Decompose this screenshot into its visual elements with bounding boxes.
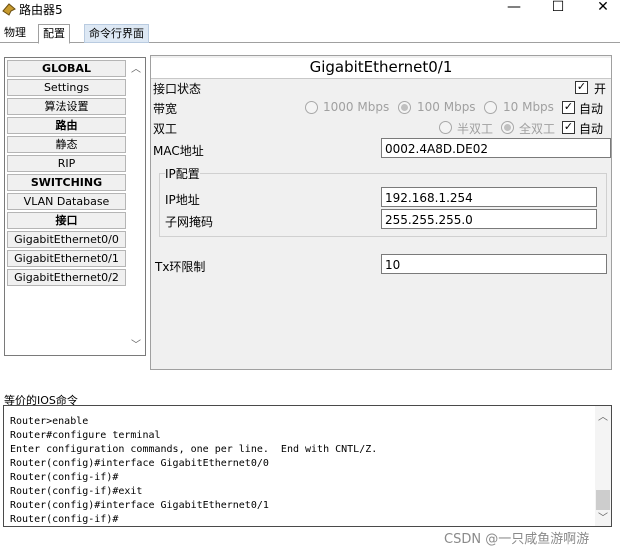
ip-address-field[interactable]: 192.168.1.254 <box>381 187 597 207</box>
scroll-up-arrow-icon[interactable]: ︿ <box>131 60 141 75</box>
bandwidth-auto-checkbox[interactable]: ✓ <box>562 101 575 114</box>
nav-item-settings[interactable]: Settings <box>7 79 126 96</box>
duplex-auto-label: 自动 <box>579 122 604 136</box>
console-output: Router>enable Router#configure terminal En… <box>10 415 378 526</box>
duplex-half-label: 半双工 <box>457 122 494 136</box>
interface-config-panel: GigabitEthernet0/1 接口状态 ✓ 开 带宽 1000 Mbps… <box>150 55 612 370</box>
subnet-mask-field[interactable]: 255.255.255.0 <box>381 209 597 229</box>
scroll-down-arrow-icon[interactable]: ﹀ <box>131 336 141 351</box>
nav-item-vlan-database[interactable]: VLAN Database <box>7 193 126 210</box>
bandwidth-10-label: 10 Mbps <box>503 100 554 114</box>
mac-address-label: MAC地址 <box>153 144 204 158</box>
title-bar: 路由器5 — ☐ ✕ <box>0 0 620 22</box>
watermark: CSDN @一只咸鱼游啊游 <box>444 532 590 547</box>
nav-item-rip[interactable]: RIP <box>7 155 126 172</box>
nav-scrollbar[interactable]: ︿ ﹀ <box>127 58 145 355</box>
port-status-on-label: 开 <box>594 82 607 96</box>
nav-header-global[interactable]: GLOBAL <box>7 60 126 77</box>
console-line: Router(config-if)# <box>10 514 119 525</box>
port-status-checkbox[interactable]: ✓ <box>575 81 588 94</box>
window-title: 路由器5 <box>19 3 63 17</box>
bandwidth-label: 带宽 <box>153 102 178 116</box>
console-scroll-thumb[interactable] <box>596 490 610 510</box>
tx-ring-limit-field[interactable]: 10 <box>381 254 607 274</box>
nav-header-interface[interactable]: 接口 <box>7 212 126 229</box>
nav-item-algorithm-settings[interactable]: 算法设置 <box>7 98 126 115</box>
nav-item-gig0-2[interactable]: GigabitEthernet0/2 <box>7 269 126 286</box>
console-scrollbar[interactable]: ︿ ﹀ <box>595 406 611 526</box>
duplex-auto-checkbox[interactable]: ✓ <box>562 121 575 134</box>
ios-command-console[interactable]: Router>enable Router#configure terminal En… <box>3 405 612 527</box>
bandwidth-10-radio[interactable] <box>484 101 497 114</box>
tab-physical[interactable]: 物理 <box>0 24 30 41</box>
duplex-full-radio[interactable] <box>501 121 514 134</box>
console-scroll-up-icon[interactable]: ︿ <box>598 408 608 423</box>
tab-cli[interactable]: 命令行界面 <box>84 24 149 43</box>
bandwidth-100-label: 100 Mbps <box>417 100 476 114</box>
nav-item-gig0-1[interactable]: GigabitEthernet0/1 <box>7 250 126 267</box>
ip-address-label: IP地址 <box>165 193 200 207</box>
interface-title: GigabitEthernet0/1 <box>151 58 611 79</box>
tab-bar: 物理 配置 命令行界面 <box>0 24 620 44</box>
console-line: Router>enable <box>10 416 89 427</box>
maximize-button[interactable]: ☐ <box>538 0 578 20</box>
console-line: Router(config)#interface GigabitEthernet… <box>10 500 269 511</box>
ip-config-group-label: IP配置 <box>165 165 200 182</box>
subnet-mask-label: 子网掩码 <box>165 215 214 229</box>
bandwidth-auto-label: 自动 <box>579 102 604 116</box>
console-line: Enter configuration commands, one per li… <box>10 444 378 455</box>
duplex-full-label: 全双工 <box>519 122 556 136</box>
console-line: Router(config-if)#exit <box>10 486 143 497</box>
config-nav-panel: GLOBAL Settings 算法设置 路由 静态 RIP SWITCHING… <box>4 57 146 356</box>
duplex-half-radio[interactable] <box>439 121 452 134</box>
console-line: Router(config)#interface GigabitEthernet… <box>10 458 269 469</box>
tab-config[interactable]: 配置 <box>38 24 70 44</box>
router-app-icon <box>2 3 16 16</box>
nav-item-static[interactable]: 静态 <box>7 136 126 153</box>
bandwidth-100-radio[interactable] <box>398 101 411 114</box>
close-button[interactable]: ✕ <box>583 0 620 20</box>
mac-address-field[interactable]: 0002.4A8D.DE02 <box>381 138 611 158</box>
bandwidth-1000-radio[interactable] <box>305 101 318 114</box>
minimize-button[interactable]: — <box>494 0 534 20</box>
bandwidth-1000-label: 1000 Mbps <box>323 100 390 114</box>
console-scroll-down-icon[interactable]: ﹀ <box>598 509 608 524</box>
console-line: Router#configure terminal <box>10 430 161 441</box>
nav-header-switching[interactable]: SWITCHING <box>7 174 126 191</box>
nav-item-gig0-0[interactable]: GigabitEthernet0/0 <box>7 231 126 248</box>
duplex-label: 双工 <box>153 122 178 136</box>
port-status-label: 接口状态 <box>153 82 202 96</box>
nav-header-routing[interactable]: 路由 <box>7 117 126 134</box>
console-line: Router(config-if)# <box>10 472 119 483</box>
tx-ring-limit-label: Tx环限制 <box>155 260 206 274</box>
